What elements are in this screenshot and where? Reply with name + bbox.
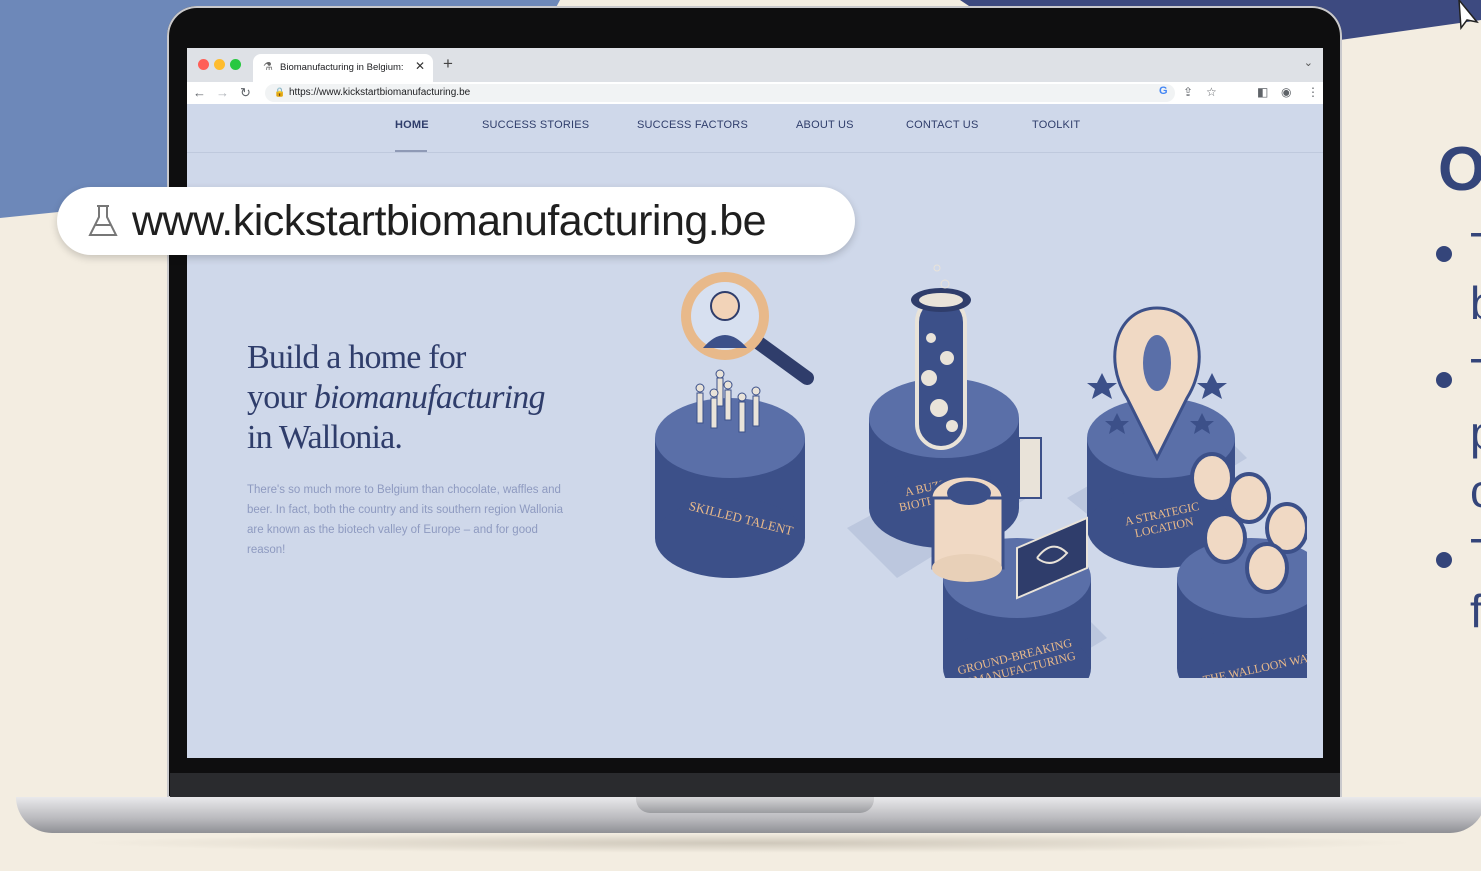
share-icon[interactable]: ⇪ bbox=[1183, 85, 1193, 99]
tab-title: Biomanufacturing in Belgium: ... bbox=[280, 62, 406, 73]
hero-illustration: SKILLED TALENT A BUZZING BIOTECH SCENE bbox=[655, 264, 1307, 678]
pedestal-walloon-way: THE WALLOON WAY bbox=[1177, 452, 1307, 678]
flask-icon: ⚗ bbox=[263, 61, 273, 73]
nav-contact-us[interactable]: CONTACT US bbox=[906, 119, 979, 131]
active-nav-indicator bbox=[395, 150, 427, 152]
browser-tab[interactable]: ⚗ Biomanufacturing in Belgium: ... ✕ bbox=[253, 54, 433, 82]
bullet-fragment: p bbox=[1470, 410, 1481, 456]
laptop-shadow bbox=[80, 833, 1420, 853]
side-panel-icon[interactable]: ◧ bbox=[1257, 85, 1268, 99]
nav-about-us[interactable]: ABOUT US bbox=[796, 119, 854, 131]
nav-success-stories[interactable]: SUCCESS STORIES bbox=[482, 119, 589, 131]
bookmark-star-icon[interactable]: ☆ bbox=[1206, 85, 1217, 99]
browser-toolbar: ← → ↻ 🔒 https://www.kickstartbiomanufact… bbox=[187, 82, 1323, 104]
hero-heading: Build a home for your biomanufacturing i… bbox=[247, 338, 607, 458]
bullet-fragment: T bbox=[1470, 532, 1481, 578]
laptop-screen: ⚗ Biomanufacturing in Belgium: ... ✕ + ⌄… bbox=[187, 48, 1323, 758]
hero-heading-line2-italic: biomanufacturing bbox=[313, 379, 546, 416]
laptop-chin bbox=[170, 773, 1340, 797]
callout-url-text: www.kickstartbiomanufacturing.be bbox=[132, 197, 767, 245]
bullet-fragment: f bbox=[1470, 585, 1481, 637]
bullet-fragment: T bbox=[1470, 352, 1481, 398]
close-window-button[interactable] bbox=[198, 59, 209, 70]
profile-icon[interactable]: ◉ bbox=[1281, 85, 1291, 99]
hero-heading-line2-plain: your bbox=[247, 379, 314, 416]
new-tab-icon[interactable]: + bbox=[443, 54, 453, 74]
address-url: https://www.kickstartbiomanufacturing.be bbox=[289, 87, 471, 98]
right-heading-fragment: O bbox=[1438, 135, 1481, 204]
bullet-dot bbox=[1436, 552, 1452, 568]
laptop-notch bbox=[636, 797, 874, 813]
hero-heading-line1: Build a home for bbox=[247, 339, 466, 376]
mouse-cursor-icon bbox=[1458, 0, 1479, 30]
bullet-fragment: b bbox=[1470, 280, 1481, 326]
hero-heading-line2: your biomanufacturing bbox=[247, 378, 607, 418]
bullet-fragment: c bbox=[1470, 468, 1481, 514]
forward-icon[interactable]: → bbox=[216, 85, 229, 100]
nav-success-factors[interactable]: SUCCESS FACTORS bbox=[637, 119, 748, 131]
bullet-fragment: T bbox=[1470, 226, 1481, 272]
hero-heading-line3: in Wallonia. bbox=[247, 419, 403, 456]
bullet-dot bbox=[1436, 246, 1452, 262]
address-bar[interactable]: 🔒 https://www.kickstartbiomanufacturing.… bbox=[265, 84, 1175, 102]
site-navigation: HOME SUCCESS STORIES SUCCESS FACTORS ABO… bbox=[187, 104, 1323, 153]
tab-close-icon[interactable]: ✕ bbox=[415, 59, 425, 73]
flask-icon bbox=[88, 205, 118, 236]
reload-icon[interactable]: ↻ bbox=[240, 85, 251, 101]
nav-toolkit[interactable]: TOOLKIT bbox=[1032, 119, 1080, 131]
google-icon[interactable]: G bbox=[1159, 85, 1168, 97]
lock-icon: 🔒 bbox=[274, 87, 286, 97]
back-icon[interactable]: ← bbox=[193, 85, 206, 100]
pedestal-skilled-talent: SKILLED TALENT bbox=[655, 272, 814, 578]
url-callout: www.kickstartbiomanufacturing.be bbox=[57, 187, 855, 255]
zoom-window-button[interactable] bbox=[230, 59, 241, 70]
menu-kebab-icon[interactable]: ⋮ bbox=[1307, 85, 1319, 99]
nav-home[interactable]: HOME bbox=[395, 119, 429, 131]
minimize-window-button[interactable] bbox=[214, 59, 225, 70]
bullet-dot bbox=[1436, 372, 1452, 388]
chevron-down-icon[interactable]: ⌄ bbox=[1304, 56, 1313, 69]
hero-description: There's so much more to Belgium than cho… bbox=[247, 484, 564, 556]
browser-tab-bar: ⚗ Biomanufacturing in Belgium: ... ✕ + ⌄ bbox=[187, 48, 1323, 82]
